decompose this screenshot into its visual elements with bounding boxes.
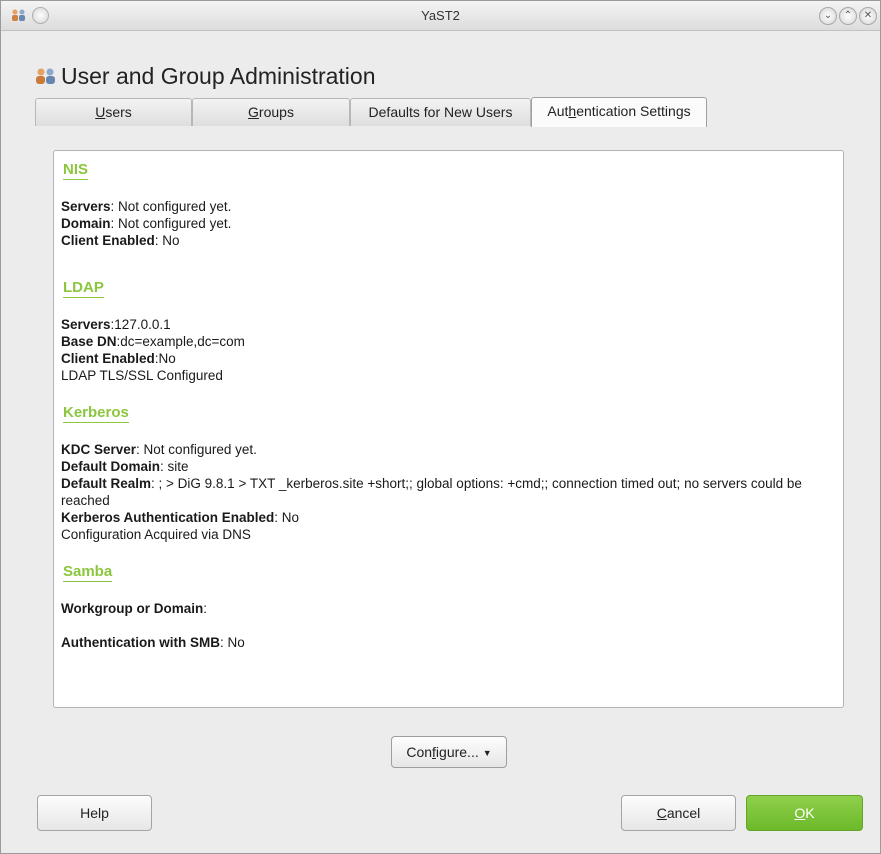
kerberos-auth-enabled: Kerberos Authentication Enabled: No [61, 510, 300, 525]
samba-section: Samba Workgroup or Domain: Authenticatio… [61, 563, 836, 651]
authentication-summary-panel: NIS Servers: Not configured yet. Domain:… [53, 150, 844, 708]
nis-client-enabled: Client Enabled: No [61, 233, 180, 248]
kerberos-title: Kerberos [63, 404, 129, 423]
title-bar: YaST2 ⌄ ⌃ ✕ [1, 1, 880, 31]
kerberos-default-domain: Default Domain: site [61, 459, 189, 474]
tab-defaults-for-new-users[interactable]: Defaults for New Users [350, 98, 531, 126]
configure-menu-button[interactable]: Configure... ▼ [391, 736, 507, 768]
close-icon: ✕ [863, 10, 873, 21]
page-title: User and Group Administration [61, 63, 376, 89]
window-title: YaST2 [421, 8, 460, 23]
nis-title: NIS [63, 161, 89, 180]
nis-servers: Servers: Not configured yet. [61, 199, 232, 214]
maximize-icon: ⌃ [843, 10, 853, 21]
tab-authentication-settings[interactable]: Authentication Settings [531, 97, 707, 127]
minimize-icon: ⌄ [823, 10, 833, 21]
ldap-section: LDAP Servers:127.0.0.1 Base DN:dc=exampl… [61, 279, 836, 384]
users-icon [36, 68, 55, 84]
kerberos-kdc-server: KDC Server: Not configured yet. [61, 442, 257, 457]
tab-groups[interactable]: Groups [192, 98, 350, 126]
chevron-down-icon: ▼ [482, 748, 492, 758]
kerberos-dns-status: Configuration Acquired via DNS [61, 527, 251, 542]
cancel-button[interactable]: Cancel [621, 795, 736, 831]
samba-title: Samba [63, 563, 113, 582]
ok-button[interactable]: OK [746, 795, 863, 831]
nis-section: NIS Servers: Not configured yet. Domain:… [61, 161, 836, 249]
help-button[interactable]: Help [37, 795, 152, 831]
samba-workgroup: Workgroup or Domain: [61, 601, 208, 616]
ldap-tls-status: LDAP TLS/SSL Configured [61, 368, 223, 383]
tab-users[interactable]: Users [35, 98, 192, 126]
close-button[interactable]: ✕ [859, 7, 877, 25]
kerberos-default-realm: Default Realm: ; > DiG 9.8.1 > TXT _kerb… [61, 476, 802, 508]
ldap-title: LDAP [63, 279, 104, 298]
page-heading: User and Group Administration [35, 63, 376, 90]
ldap-base-dn: Base DN:dc=example,dc=com [61, 334, 245, 349]
ldap-servers: Servers:127.0.0.1 [61, 317, 171, 332]
ldap-client-enabled: Client Enabled:No [61, 351, 176, 366]
kerberos-section: Kerberos KDC Server: Not configured yet.… [61, 404, 836, 543]
yast-window: YaST2 ⌄ ⌃ ✕ User and Group Administratio… [0, 0, 881, 854]
nis-domain: Domain: Not configured yet. [61, 216, 232, 231]
minimize-button[interactable]: ⌄ [819, 7, 837, 25]
maximize-button[interactable]: ⌃ [839, 7, 857, 25]
samba-auth-smb: Authentication with SMB: No [61, 635, 245, 650]
